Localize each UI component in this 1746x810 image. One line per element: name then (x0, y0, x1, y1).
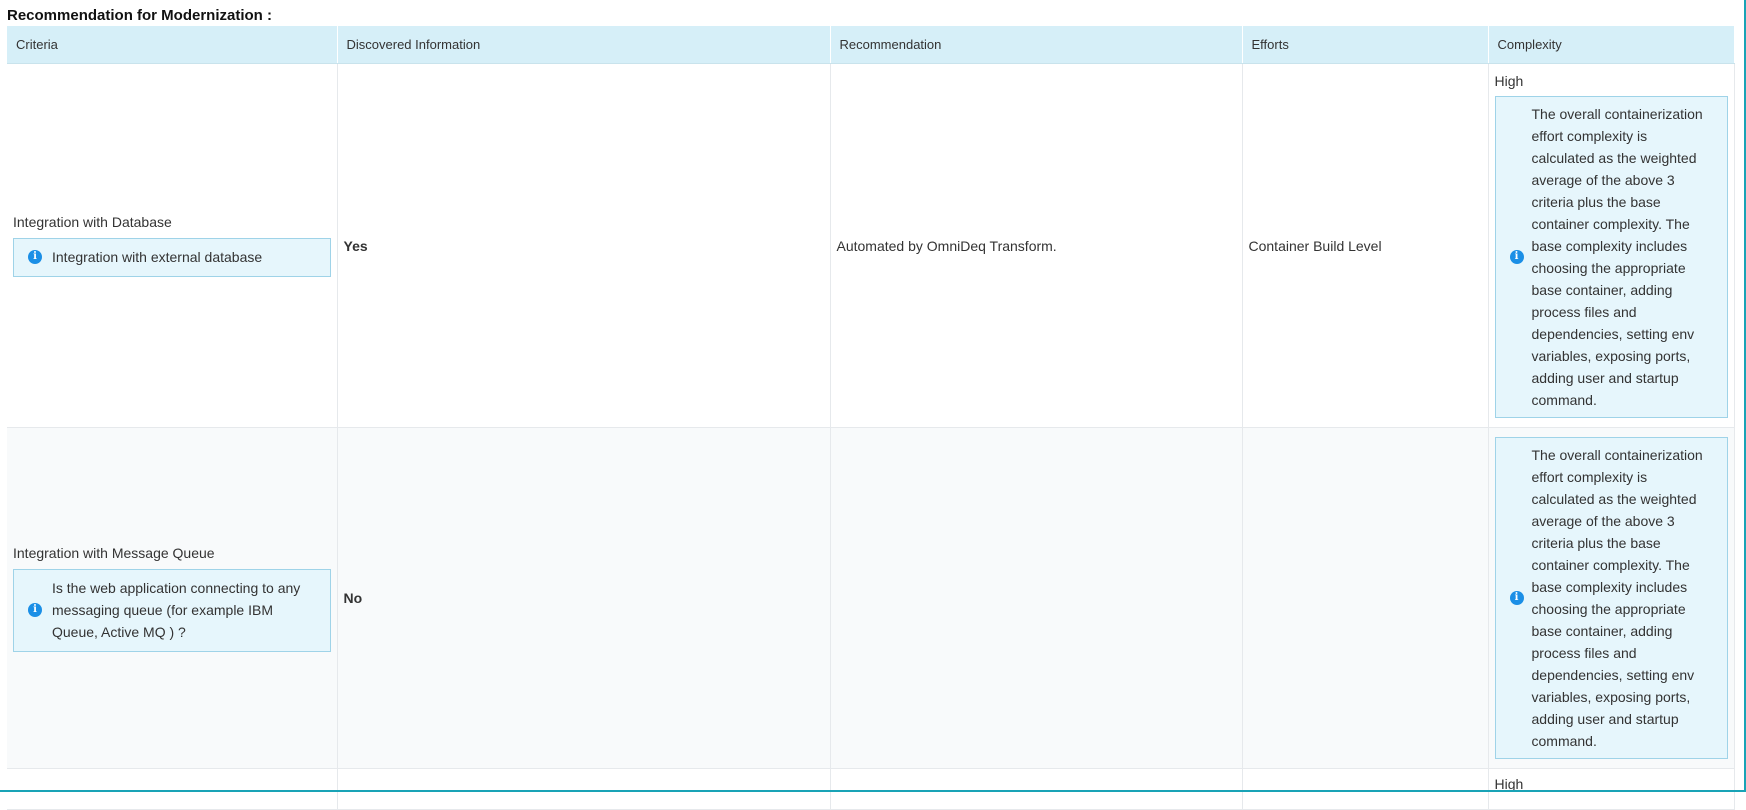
recommendation-cell (830, 768, 1243, 810)
column-header-discovered-information: Discovered Information (337, 26, 831, 64)
complexity-cell: i The overall containerization effort co… (1488, 427, 1735, 769)
discovered-information-cell: No (337, 427, 831, 769)
complexity-info-box: i The overall containerization effort co… (1494, 96, 1728, 418)
complexity-info-box: i The overall containerization effort co… (1494, 437, 1728, 759)
table-header-row: Criteria Discovered Information Recommen… (7, 26, 1735, 64)
criteria-info-text: Integration with external database (52, 249, 263, 265)
info-circle-icon: i (28, 250, 42, 264)
discovered-information-cell (337, 768, 831, 810)
column-header-efforts: Efforts (1242, 26, 1489, 64)
recommendation-cell: Automated by OmniDeq Transform. (830, 63, 1243, 428)
recommendation-cell (830, 427, 1243, 769)
column-header-recommendation: Recommendation (830, 26, 1243, 64)
modernization-table: Criteria Discovered Information Recommen… (7, 26, 1735, 810)
criteria-cell: Integration with Message Queue i Is the … (7, 427, 338, 769)
complexity-info-text: The overall containerization effort comp… (1531, 106, 1703, 408)
info-circle-icon: i (1509, 250, 1524, 264)
info-circle-icon: i (28, 602, 42, 617)
column-header-complexity: Complexity (1488, 26, 1735, 64)
efforts-cell (1242, 427, 1489, 769)
complexity-cell: High (1488, 768, 1735, 810)
info-circle-icon: i (1509, 591, 1524, 605)
criteria-label: Integration with Database (13, 214, 172, 230)
table-row: Integration with Message Queue i Is the … (7, 427, 1735, 769)
criteria-label: Integration with Message Queue (13, 544, 215, 561)
criteria-cell: Integration with Database i Integration … (7, 63, 338, 428)
criteria-info-text: Is the web application connecting to any… (52, 579, 301, 640)
complexity-level: High (1494, 73, 1524, 89)
efforts-cell: Container Build Level (1242, 63, 1489, 428)
criteria-cell (7, 768, 338, 810)
criteria-info-box: i Is the web application connecting to a… (13, 568, 331, 652)
complexity-info-text: The overall containerization effort comp… (1531, 447, 1703, 749)
table-row: Integration with Database i Integration … (7, 63, 1735, 428)
column-header-criteria: Criteria (7, 26, 338, 64)
section-title: Recommendation for Modernization : (7, 7, 273, 24)
complexity-level: High (1494, 776, 1524, 792)
complexity-cell: High i The overall containerization effo… (1488, 63, 1735, 428)
table-row: High (7, 768, 1735, 810)
discovered-information-cell: Yes (337, 63, 831, 428)
criteria-info-box: i Integration with external database (13, 238, 331, 277)
efforts-cell (1242, 768, 1489, 810)
